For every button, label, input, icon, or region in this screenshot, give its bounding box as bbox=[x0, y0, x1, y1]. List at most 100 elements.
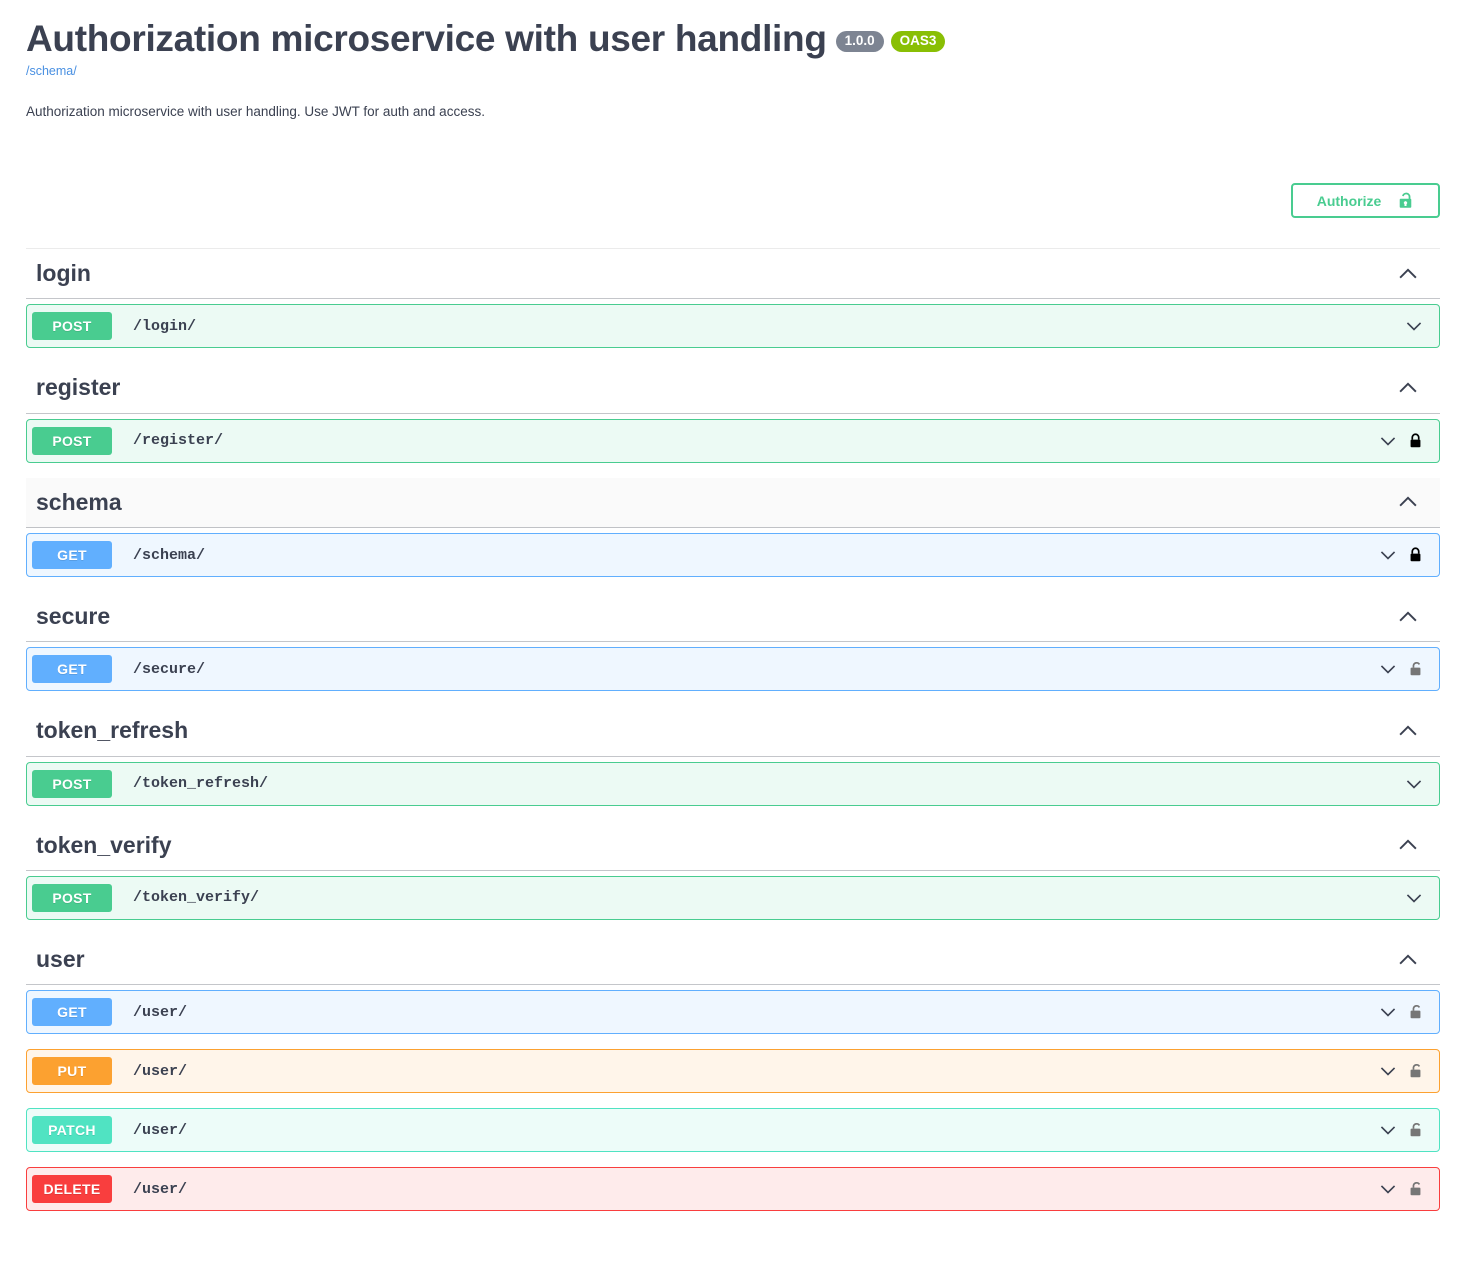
operation-path: /secure/ bbox=[133, 660, 206, 678]
auth-wrapper: Authorize bbox=[26, 121, 1440, 238]
operation-controls bbox=[1378, 1179, 1434, 1199]
swagger-ui-root: Authorization microservice with user han… bbox=[0, 0, 1466, 1212]
tag-section-secure: secure GET/secure/ bbox=[26, 592, 1440, 692]
operation-summary[interactable]: PATCH/user/ bbox=[32, 1116, 1378, 1145]
tag-sections: login POST/login/register POST/register/sc… bbox=[26, 249, 1440, 1212]
chevron-down-icon[interactable] bbox=[1378, 545, 1398, 565]
lock-open-icon[interactable] bbox=[1407, 1120, 1424, 1140]
operation-controls bbox=[1378, 659, 1434, 679]
tag-section-register: register POST/register/ bbox=[26, 363, 1440, 463]
chevron-up-icon[interactable] bbox=[1396, 490, 1420, 514]
info-container: Authorization microservice with user han… bbox=[0, 0, 1466, 121]
spec-url-link[interactable]: /schema/ bbox=[26, 64, 1440, 78]
operation-controls bbox=[1378, 545, 1434, 565]
title-row: Authorization microservice with user han… bbox=[26, 18, 1440, 61]
operation-summary[interactable]: POST/token_refresh/ bbox=[32, 769, 1404, 798]
chevron-up-icon[interactable] bbox=[1396, 833, 1420, 857]
operation-get-secure[interactable]: GET/secure/ bbox=[26, 647, 1440, 692]
operation-summary[interactable]: GET/user/ bbox=[32, 998, 1378, 1027]
operation-summary[interactable]: POST/login/ bbox=[32, 312, 1404, 341]
tag-section-token_refresh: token_refresh POST/token_refresh/ bbox=[26, 706, 1440, 806]
chevron-up-icon[interactable] bbox=[1396, 948, 1420, 972]
chevron-down-icon[interactable] bbox=[1404, 316, 1424, 336]
lock-closed-icon[interactable] bbox=[1407, 431, 1424, 451]
operation-path: /token_refresh/ bbox=[133, 775, 269, 793]
operation-path: /user/ bbox=[133, 1121, 188, 1139]
chevron-down-icon[interactable] bbox=[1378, 1002, 1398, 1022]
operation-post-token_verify[interactable]: POST/token_verify/ bbox=[26, 875, 1440, 920]
unlock-icon bbox=[1397, 191, 1414, 210]
http-method-badge: POST bbox=[32, 883, 112, 912]
chevron-down-icon[interactable] bbox=[1378, 1061, 1398, 1081]
lock-open-icon[interactable] bbox=[1407, 1061, 1424, 1081]
lock-open-icon[interactable] bbox=[1407, 659, 1424, 679]
operation-post-login[interactable]: POST/login/ bbox=[26, 304, 1440, 349]
operation-path: /user/ bbox=[133, 1062, 188, 1080]
http-method-badge: PATCH bbox=[32, 1116, 112, 1145]
operation-delete-user[interactable]: DELETE/user/ bbox=[26, 1167, 1440, 1212]
operation-summary[interactable]: POST/token_verify/ bbox=[32, 883, 1404, 912]
http-method-badge: POST bbox=[32, 769, 112, 798]
operation-controls bbox=[1404, 774, 1434, 794]
tag-name: secure bbox=[36, 603, 111, 629]
tag-header-token_refresh[interactable]: token_refresh bbox=[26, 706, 1440, 757]
tag-section-token_verify: token_verify POST/token_verify/ bbox=[26, 821, 1440, 920]
api-description: Authorization microservice with user han… bbox=[26, 103, 485, 119]
operation-path: /register/ bbox=[133, 432, 224, 450]
tag-header-register[interactable]: register bbox=[26, 363, 1440, 414]
operation-controls bbox=[1378, 1061, 1434, 1081]
auth-scheme-container: Authorize bbox=[0, 121, 1466, 250]
http-method-badge: PUT bbox=[32, 1057, 112, 1086]
operation-patch-user[interactable]: PATCH/user/ bbox=[26, 1108, 1440, 1153]
operation-summary[interactable]: DELETE/user/ bbox=[32, 1175, 1378, 1204]
operation-get-schema[interactable]: GET/schema/ bbox=[26, 533, 1440, 577]
tag-section-user: user GET/user/PUT/user/PATCH/user/DELETE /… bbox=[26, 935, 1440, 1212]
tag-header-user[interactable]: user bbox=[26, 935, 1440, 986]
oas-version-badge: OAS3 bbox=[890, 31, 946, 52]
chevron-down-icon[interactable] bbox=[1378, 659, 1398, 679]
operation-controls bbox=[1378, 431, 1434, 451]
operation-controls bbox=[1378, 1120, 1434, 1140]
tag-name: schema bbox=[36, 488, 122, 515]
operation-get-user[interactable]: GET/user/ bbox=[26, 990, 1440, 1035]
operation-path: /schema/ bbox=[133, 546, 206, 564]
http-method-badge: GET bbox=[32, 655, 112, 684]
operation-summary[interactable]: PUT/user/ bbox=[32, 1057, 1378, 1086]
operation-summary[interactable]: GET/schema/ bbox=[32, 541, 1378, 569]
chevron-down-icon[interactable] bbox=[1404, 774, 1424, 794]
tag-header-schema[interactable]: schema bbox=[26, 478, 1440, 528]
badge-group: 1.0.0 OAS3 bbox=[835, 31, 946, 52]
tag-header-secure[interactable]: secure bbox=[26, 592, 1440, 643]
lock-closed-icon[interactable] bbox=[1407, 545, 1424, 565]
operation-put-user[interactable]: PUT/user/ bbox=[26, 1049, 1440, 1094]
chevron-up-icon[interactable] bbox=[1396, 605, 1420, 629]
operation-summary[interactable]: POST/register/ bbox=[32, 426, 1378, 455]
tag-name: user bbox=[36, 945, 85, 972]
operation-path: /user/ bbox=[133, 1180, 188, 1198]
chevron-down-icon[interactable] bbox=[1404, 888, 1424, 908]
lock-open-icon[interactable] bbox=[1407, 1002, 1424, 1022]
operation-post-register[interactable]: POST/register/ bbox=[26, 418, 1440, 463]
lock-open-icon[interactable] bbox=[1407, 1179, 1424, 1199]
chevron-down-icon[interactable] bbox=[1378, 431, 1398, 451]
tag-name: register bbox=[36, 374, 121, 401]
http-method-badge: GET bbox=[32, 998, 112, 1027]
operation-controls bbox=[1404, 888, 1434, 908]
operation-controls bbox=[1404, 316, 1434, 336]
chevron-up-icon[interactable] bbox=[1396, 376, 1420, 400]
tag-header-login[interactable]: login bbox=[26, 249, 1440, 300]
chevron-down-icon[interactable] bbox=[1378, 1120, 1398, 1140]
tag-name: token_refresh bbox=[36, 717, 189, 744]
operation-post-token_refresh[interactable]: POST/token_refresh/ bbox=[26, 761, 1440, 806]
chevron-down-icon[interactable] bbox=[1378, 1179, 1398, 1199]
operations-wrapper: login POST/login/register POST/register/sc… bbox=[0, 249, 1466, 1212]
tag-section-login: login POST/login/ bbox=[26, 249, 1440, 349]
http-method-badge: DELETE bbox=[32, 1175, 112, 1204]
operation-summary[interactable]: GET/secure/ bbox=[32, 655, 1378, 684]
tag-header-token_verify[interactable]: token_verify bbox=[26, 821, 1440, 871]
authorize-button[interactable]: Authorize bbox=[1291, 183, 1440, 219]
chevron-up-icon[interactable] bbox=[1396, 262, 1420, 286]
version-badge: 1.0.0 bbox=[835, 31, 884, 52]
tag-section-schema: schema GET/schema/ bbox=[26, 478, 1440, 577]
chevron-up-icon[interactable] bbox=[1396, 719, 1420, 743]
